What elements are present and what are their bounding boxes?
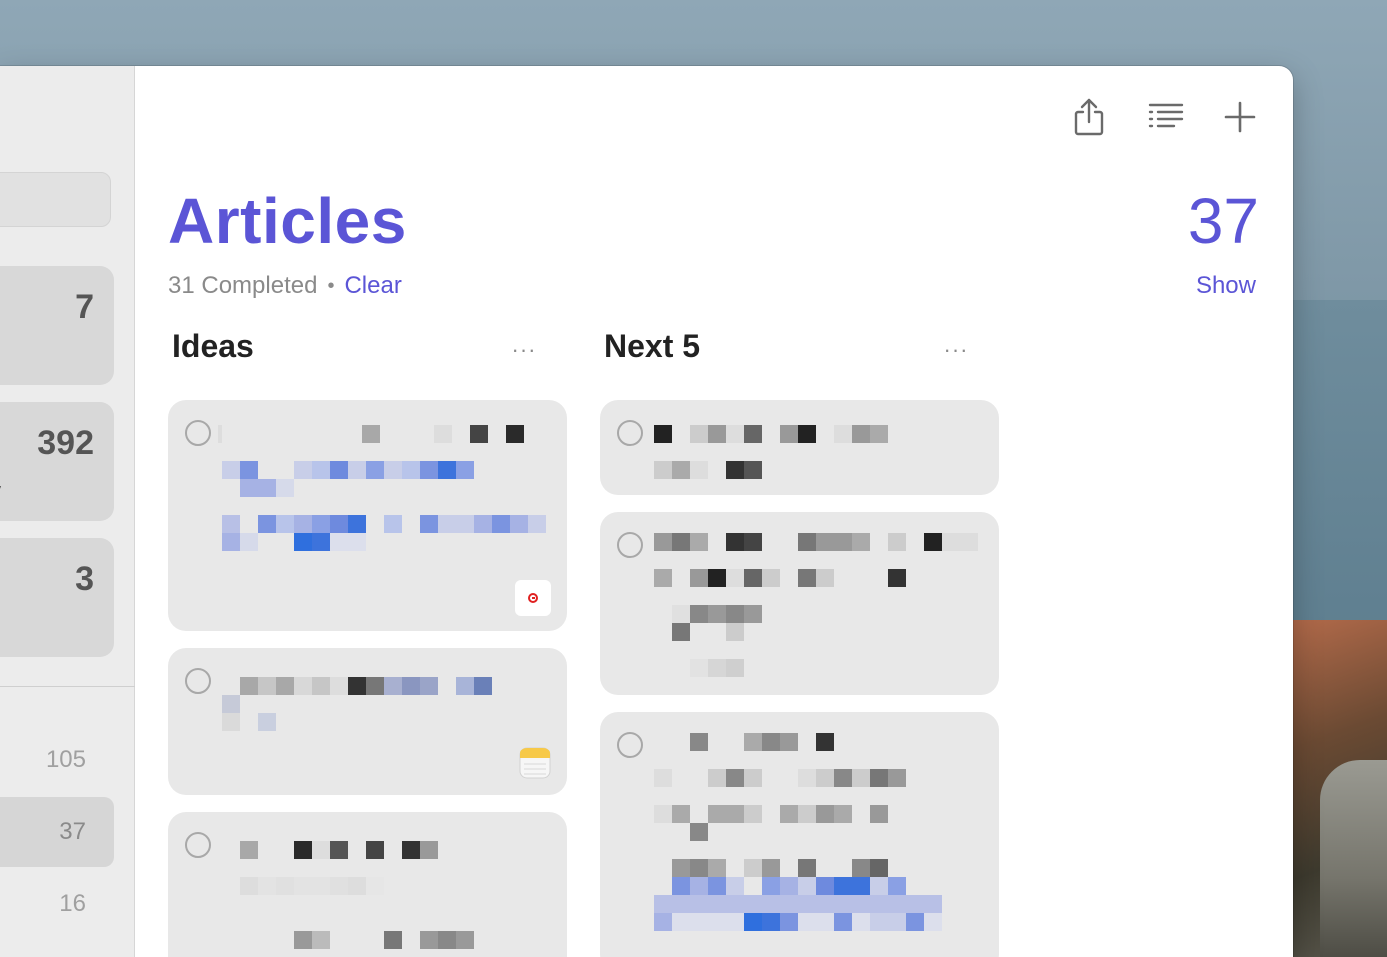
- desktop-background-sea: [1290, 300, 1387, 630]
- blurred-text: [672, 877, 906, 895]
- reminder-card[interactable]: [168, 400, 567, 631]
- complete-checkbox[interactable]: [185, 668, 211, 694]
- blurred-text: [222, 695, 240, 713]
- completed-summary: 31 Completed • Clear: [168, 272, 402, 300]
- blurred-text: [222, 713, 276, 731]
- complete-checkbox[interactable]: [185, 832, 211, 858]
- share-icon: [1074, 98, 1104, 136]
- blurred-text: [672, 623, 744, 641]
- smart-list-count: 7: [75, 288, 94, 326]
- blurred-text: [672, 605, 762, 623]
- blurred-text: [654, 895, 942, 913]
- link-thumbnail: [515, 580, 551, 616]
- sidebar-smart-list-card[interactable]: 7: [0, 266, 114, 385]
- sidebar-smart-list-card[interactable]: 392 ay: [0, 402, 114, 521]
- notes-icon: [519, 747, 551, 779]
- list-title: Articles: [168, 185, 407, 257]
- column-more-button[interactable]: ···: [940, 334, 972, 366]
- share-button[interactable]: [1068, 96, 1110, 138]
- list-total-count: 37: [1187, 185, 1259, 257]
- blurred-text: [654, 461, 762, 479]
- separator-dot: •: [327, 274, 335, 297]
- blurred-text: [654, 769, 906, 787]
- blurred-text: [218, 425, 524, 443]
- blurred-text: [654, 533, 978, 551]
- blurred-text: [222, 533, 366, 551]
- blurred-text: [672, 859, 888, 877]
- column-title-next-5: Next 5: [604, 328, 701, 364]
- column-more-button[interactable]: ···: [508, 334, 540, 366]
- reminders-window: 7 392 ay 3 105 37 16: [0, 66, 1293, 957]
- sidebar-smart-list-card[interactable]: 3: [0, 538, 114, 657]
- desktop-background-rock: [1320, 760, 1387, 957]
- smart-list-label: ay: [0, 480, 1, 503]
- complete-checkbox[interactable]: [617, 732, 643, 758]
- complete-checkbox[interactable]: [185, 420, 211, 446]
- main-content: Articles 37 31 Completed • Clear Show Id…: [136, 66, 1293, 957]
- complete-checkbox[interactable]: [617, 532, 643, 558]
- sidebar-list-item[interactable]: 105: [0, 725, 114, 795]
- blurred-text: [654, 913, 942, 931]
- show-completed-button[interactable]: Show: [1196, 272, 1256, 300]
- blurred-text: [690, 823, 708, 841]
- site-logo-icon: [528, 593, 538, 603]
- add-reminder-button[interactable]: [1219, 96, 1261, 138]
- blurred-text: [690, 733, 834, 751]
- list-view-icon: [1148, 103, 1184, 128]
- reminder-card[interactable]: [168, 812, 567, 957]
- blurred-text: [654, 569, 906, 587]
- smart-list-count: 3: [75, 560, 94, 598]
- completed-count-label: 31 Completed: [168, 272, 318, 299]
- sidebar: 7 392 ay 3 105 37 16: [0, 66, 135, 957]
- list-count: 105: [45, 746, 86, 773]
- blurred-text: [240, 479, 294, 497]
- list-count: 16: [59, 890, 86, 917]
- notes-app-thumbnail: [517, 745, 553, 781]
- reminder-card[interactable]: [600, 512, 999, 695]
- blurred-text: [654, 805, 888, 823]
- view-options-button[interactable]: [1145, 96, 1187, 138]
- blurred-text: [222, 515, 546, 533]
- column-title-ideas: Ideas: [172, 328, 254, 364]
- add-icon: [1224, 101, 1256, 133]
- complete-checkbox[interactable]: [617, 420, 643, 446]
- sidebar-list-item-selected[interactable]: 37: [0, 797, 114, 867]
- reminder-card[interactable]: [600, 400, 999, 495]
- clear-completed-button[interactable]: Clear: [344, 272, 401, 300]
- reminder-card[interactable]: [168, 648, 567, 795]
- blurred-text: [294, 931, 474, 949]
- blurred-text: [654, 425, 888, 443]
- blurred-text: [240, 841, 438, 859]
- reminder-card[interactable]: [600, 712, 999, 957]
- blurred-text: [240, 877, 384, 895]
- sidebar-divider: [0, 686, 135, 687]
- sidebar-search-field[interactable]: [0, 172, 111, 227]
- blurred-text: [222, 461, 474, 479]
- sidebar-list-item[interactable]: 16: [0, 869, 114, 939]
- list-count: 37: [59, 818, 86, 845]
- blurred-text: [240, 677, 492, 695]
- smart-list-count: 392: [37, 424, 94, 462]
- blurred-text: [690, 659, 744, 677]
